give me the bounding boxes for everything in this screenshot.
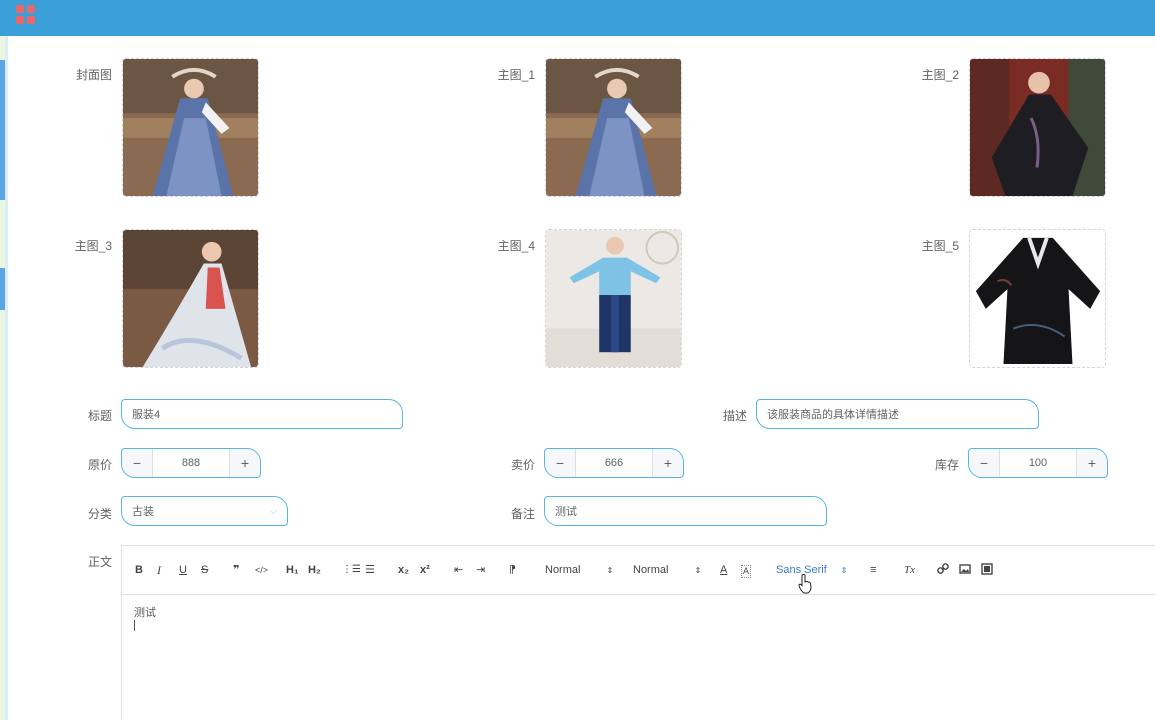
bold-button[interactable]: B (135, 563, 143, 577)
stock-increase-button[interactable]: + (1076, 449, 1107, 477)
stock-decrease-button[interactable]: − (969, 449, 1000, 477)
stock-label: 库存 (934, 458, 959, 472)
app-grid-icon[interactable] (16, 5, 36, 25)
hanfu-black-robe-photo-icon (970, 59, 1105, 196)
title-input[interactable]: 服装4 (121, 399, 403, 429)
original-price-label: 原价 (87, 458, 112, 472)
align-button[interactable]: ≡ (870, 563, 876, 577)
hand-pointer-cursor-icon (798, 574, 812, 594)
strike-button[interactable]: S (201, 563, 208, 577)
link-icon[interactable] (937, 563, 949, 577)
background-color-button[interactable]: A (741, 565, 752, 578)
outdent-button[interactable]: ⇤ (454, 563, 463, 577)
header-1-button[interactable]: H₁ (286, 563, 299, 577)
desc-label: 描述 (722, 409, 747, 423)
subscript-button[interactable]: x₂ (398, 563, 409, 577)
original-price-input[interactable]: 888 (153, 449, 229, 477)
desc-input[interactable]: 该服装商品的具体详情描述 (756, 399, 1039, 429)
title-label: 标题 (87, 409, 112, 423)
top-header-bar (0, 0, 1155, 36)
video-icon[interactable] (981, 563, 993, 577)
picker-arrow-icon: ⇕ (606, 566, 614, 575)
sale-price-increase-button[interactable]: + (652, 449, 683, 477)
main-image-1-label: 主图_1 (497, 68, 535, 82)
sale-price-stepper: − 666 + (544, 448, 684, 478)
editor-content[interactable]: 测试 (134, 604, 156, 620)
remark-label: 备注 (510, 507, 535, 521)
text-color-button[interactable]: A (720, 563, 727, 577)
remark-input[interactable]: 测试 (544, 496, 827, 526)
main-image-4-label: 主图_4 (497, 239, 535, 253)
text-caret (134, 620, 135, 631)
bullet-list-button[interactable]: ☰ (365, 563, 375, 577)
hanfu-blue-dress-photo-icon (123, 59, 258, 196)
indent-button[interactable]: ⇥ (476, 563, 485, 577)
original-price-stepper: − 888 + (121, 448, 261, 478)
rich-text-editor: B I U S ❞ </> H₁ H₂ ⋮☰ ☰ x₂ x² ⇤ ⇥ ⁋ Nor… (121, 545, 1155, 720)
superscript-button[interactable]: x² (420, 563, 430, 577)
main-image-5-label: 主图_5 (921, 239, 959, 253)
underline-button[interactable]: U (179, 563, 187, 577)
original-price-increase-button[interactable]: + (229, 449, 260, 477)
hanfu-child-blue-photo-icon (546, 230, 681, 367)
hanfu-blue-dress-photo-icon (546, 59, 681, 196)
main-image-2-label: 主图_2 (921, 68, 959, 82)
picker-arrow-icon: ⇕ (694, 566, 702, 575)
code-block-button[interactable]: </> (255, 563, 268, 577)
italic-button[interactable]: I (157, 563, 161, 577)
clean-format-button[interactable]: Tx (904, 563, 915, 577)
image-icon[interactable] (959, 563, 971, 577)
header-2-button[interactable]: H₂ (308, 563, 321, 577)
size-picker-label: Normal (545, 564, 581, 576)
ordered-list-button[interactable]: ⋮☰ (342, 563, 361, 577)
cover-image-uploader[interactable] (122, 58, 259, 197)
hanfu-black-robe-product-photo-icon (970, 230, 1105, 367)
main-image-1-uploader[interactable] (545, 58, 682, 197)
category-select[interactable]: 古装 ⌵ (121, 496, 288, 526)
sale-price-decrease-button[interactable]: − (545, 449, 576, 477)
main-image-3-uploader[interactable] (122, 229, 259, 368)
chevron-down-icon: ⌵ (269, 506, 277, 517)
stock-input[interactable]: 100 (1000, 449, 1076, 477)
sale-price-label: 卖价 (510, 458, 535, 472)
stock-stepper: − 100 + (968, 448, 1108, 478)
cover-image-label: 封面图 (75, 68, 112, 82)
header-picker[interactable]: Normal ⇕ (633, 563, 701, 577)
category-label: 分类 (87, 507, 112, 521)
blockquote-button[interactable]: ❞ (233, 563, 239, 577)
picker-arrow-icon: ⇕ (840, 566, 848, 575)
editor-toolbar: B I U S ❞ </> H₁ H₂ ⋮☰ ☰ x₂ x² ⇤ ⇥ ⁋ Nor… (122, 546, 1155, 595)
main-image-4-uploader[interactable] (545, 229, 682, 368)
text-direction-button[interactable]: ⁋ (509, 563, 516, 577)
main-image-3-label: 主图_3 (74, 239, 112, 253)
body-label: 正文 (87, 555, 112, 569)
hanfu-white-dress-photo-icon (123, 230, 258, 367)
size-picker[interactable]: Normal ⇕ (545, 563, 613, 577)
header-picker-label: Normal (633, 564, 669, 576)
sale-price-input[interactable]: 666 (576, 449, 652, 477)
main-image-5-uploader[interactable] (969, 229, 1106, 368)
original-price-decrease-button[interactable]: − (122, 449, 153, 477)
left-edge-strip (0, 36, 8, 720)
category-selected-value: 古装 (132, 506, 154, 518)
main-image-2-uploader[interactable] (969, 58, 1106, 197)
